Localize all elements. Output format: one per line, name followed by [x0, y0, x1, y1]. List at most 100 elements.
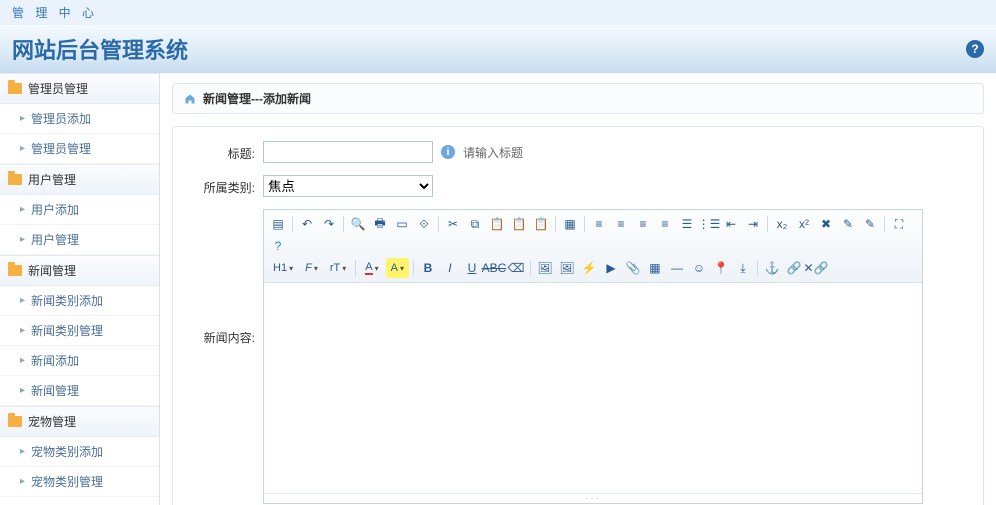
info-icon: i: [441, 145, 455, 159]
sidebar-item[interactable]: 宠物添加: [0, 497, 159, 505]
sidebar-item-label: 新闻添加: [31, 352, 79, 369]
sidebar-item-label: 宠物类别管理: [31, 473, 103, 490]
help-icon[interactable]: ?: [966, 40, 984, 58]
paste-icon[interactable]: 📋: [487, 214, 507, 234]
unlink-icon[interactable]: ✕🔗: [806, 258, 826, 278]
redo-icon[interactable]: ↷: [319, 214, 339, 234]
editor-content[interactable]: [264, 283, 922, 493]
about-icon[interactable]: ?: [268, 236, 288, 256]
sidebar-item[interactable]: 新闻类别添加: [0, 286, 159, 316]
ul-icon[interactable]: ⋮☰: [699, 214, 719, 234]
sidebar-item-label: 宠物类别添加: [31, 443, 103, 460]
content-label: 新闻内容:: [191, 209, 263, 346]
heading-select[interactable]: H1▾: [268, 258, 298, 278]
sup-icon[interactable]: x²: [794, 214, 814, 234]
code-icon[interactable]: ⟐: [414, 214, 434, 234]
sidebar-group-header[interactable]: 新闻管理: [0, 255, 159, 286]
font-select[interactable]: F▾: [300, 258, 323, 278]
fullscreen-icon[interactable]: ⛶: [889, 214, 909, 234]
bold-icon[interactable]: B: [418, 258, 438, 278]
header: 网站后台管理系统 ?: [0, 25, 996, 73]
underline-icon[interactable]: U: [462, 258, 482, 278]
emoticon-icon[interactable]: ☺: [689, 258, 709, 278]
sidebar-item[interactable]: 宠物类别添加: [0, 437, 159, 467]
title-input[interactable]: [263, 141, 433, 163]
strike-icon[interactable]: ABC: [484, 258, 504, 278]
italic-icon[interactable]: I: [440, 258, 460, 278]
sidebar-item[interactable]: 用户管理: [0, 225, 159, 255]
sidebar-group-header[interactable]: 宠物管理: [0, 406, 159, 437]
table-icon[interactable]: ▦: [645, 258, 665, 278]
paste-plain-icon[interactable]: 📋: [509, 214, 529, 234]
map-icon[interactable]: 📍: [711, 258, 731, 278]
sidebar-item[interactable]: 用户添加: [0, 195, 159, 225]
link-icon[interactable]: 🔗: [784, 258, 804, 278]
form-panel: 标题: i 请输入标题 所属类别: 焦点 新闻内容:: [172, 126, 984, 505]
multiimage-icon[interactable]: 🖼: [557, 258, 577, 278]
sidebar-group-label: 宠物管理: [28, 413, 76, 430]
sidebar-item[interactable]: 宠物类别管理: [0, 467, 159, 497]
sidebar-item[interactable]: 管理员管理: [0, 134, 159, 164]
sidebar-item-label: 管理员管理: [31, 140, 91, 157]
sidebar-group-header[interactable]: 管理员管理: [0, 73, 159, 104]
category-select[interactable]: 焦点: [263, 175, 433, 197]
selectformat-icon[interactable]: ✎: [860, 214, 880, 234]
breadcrumb: 新闻管理---添加新闻: [172, 83, 984, 114]
undo-icon[interactable]: ↶: [297, 214, 317, 234]
outdent-icon[interactable]: ⇤: [721, 214, 741, 234]
separator: [413, 260, 414, 276]
flash-icon[interactable]: ⚡: [579, 258, 599, 278]
indent-icon[interactable]: ⇥: [743, 214, 763, 234]
resize-handle[interactable]: ···: [264, 493, 922, 503]
anchor-icon[interactable]: ⚓: [762, 258, 782, 278]
title-hint: 请输入标题: [463, 144, 523, 161]
print-icon[interactable]: 🖶: [370, 214, 390, 234]
cut-icon[interactable]: ✂: [443, 214, 463, 234]
clear-icon[interactable]: ✖: [816, 214, 836, 234]
sidebar-item-label: 新闻类别添加: [31, 292, 103, 309]
breadcrumb-text: 新闻管理---添加新闻: [203, 90, 311, 107]
separator: [584, 216, 585, 232]
sub-icon[interactable]: x₂: [772, 214, 792, 234]
align-center-icon[interactable]: ≡: [611, 214, 631, 234]
fontcolor-select[interactable]: A▾: [360, 258, 383, 278]
selectall-icon[interactable]: ▦: [560, 214, 580, 234]
sidebar-item-label: 用户管理: [31, 231, 79, 248]
copy-icon[interactable]: ⧉: [465, 214, 485, 234]
preview-icon[interactable]: 🔍: [348, 214, 368, 234]
page-title: 网站后台管理系统: [12, 33, 188, 65]
home-icon: [183, 93, 197, 105]
separator: [530, 260, 531, 276]
topbar: 管 理 中 心: [0, 0, 996, 25]
source-icon[interactable]: ▤: [268, 214, 288, 234]
separator: [343, 216, 344, 232]
sidebar-item[interactable]: 新闻管理: [0, 376, 159, 406]
sidebar-group-header[interactable]: 用户管理: [0, 164, 159, 195]
sidebar-group-label: 管理员管理: [28, 80, 88, 97]
folder-icon: [8, 416, 22, 427]
template-icon[interactable]: ▭: [392, 214, 412, 234]
separator: [884, 216, 885, 232]
pagebreak-icon[interactable]: ⤓: [733, 258, 753, 278]
media-icon[interactable]: ▶: [601, 258, 621, 278]
align-left-icon[interactable]: ≡: [589, 214, 609, 234]
fontsize-select[interactable]: rT▾: [325, 258, 351, 278]
hr-icon[interactable]: —: [667, 258, 687, 278]
bgcolor-select[interactable]: A▾: [386, 258, 409, 278]
sidebar-item[interactable]: 管理员添加: [0, 104, 159, 134]
paste-word-icon[interactable]: 📋: [531, 214, 551, 234]
image-icon[interactable]: 🖼: [535, 258, 555, 278]
ol-icon[interactable]: ☰: [677, 214, 697, 234]
align-justify-icon[interactable]: ≡: [655, 214, 675, 234]
folder-icon: [8, 174, 22, 185]
quickformat-icon[interactable]: ✎: [838, 214, 858, 234]
align-right-icon[interactable]: ≡: [633, 214, 653, 234]
sidebar-item[interactable]: 新闻添加: [0, 346, 159, 376]
sidebar-item[interactable]: 新闻类别管理: [0, 316, 159, 346]
removeformat-icon[interactable]: ⌫: [506, 258, 526, 278]
sidebar: 管理员管理管理员添加管理员管理用户管理用户添加用户管理新闻管理新闻类别添加新闻类…: [0, 73, 160, 505]
main: 新闻管理---添加新闻 标题: i 请输入标题 所属类别: 焦点: [160, 73, 996, 505]
file-icon[interactable]: 📎: [623, 258, 643, 278]
editor-toolbar: ▤ ↶ ↷ 🔍 🖶 ▭ ⟐ ✂ ⧉: [264, 210, 922, 283]
separator: [438, 216, 439, 232]
